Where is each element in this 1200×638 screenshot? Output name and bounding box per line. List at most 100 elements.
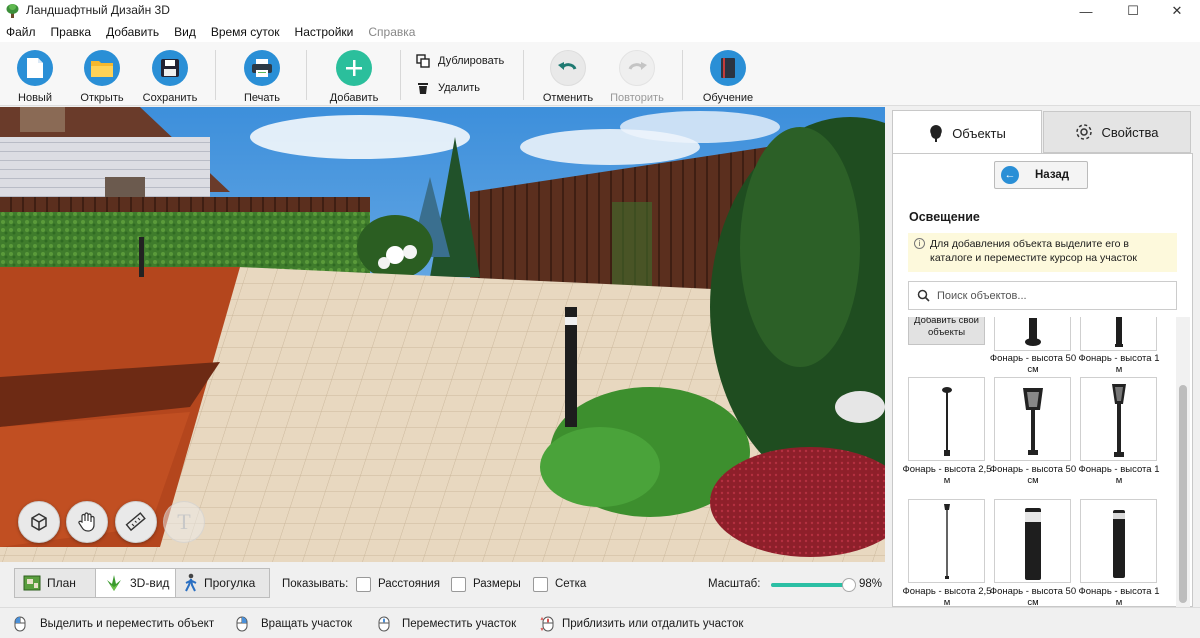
- delete-button[interactable]: Удалить: [416, 81, 480, 95]
- menu-settings[interactable]: Настройки: [295, 25, 354, 39]
- duplicate-icon: [416, 54, 430, 68]
- toolbar-separator: [400, 50, 401, 100]
- zoom-slider-track[interactable]: [771, 578, 857, 592]
- menu-help[interactable]: Справка: [368, 25, 415, 39]
- tab-properties-label: Свойства: [1101, 124, 1159, 140]
- catalog-item[interactable]: [994, 317, 1071, 351]
- duplicate-button[interactable]: Дублировать: [416, 54, 504, 68]
- print-button[interactable]: Печать: [227, 46, 297, 104]
- catalog-item[interactable]: [994, 377, 1071, 461]
- catalog-item[interactable]: [908, 499, 985, 583]
- back-label: Назад: [1035, 169, 1070, 181]
- close-button[interactable]: ✕: [1154, 0, 1200, 22]
- sizes-checkbox[interactable]: [451, 577, 466, 592]
- floppy-disk-icon: [152, 50, 188, 86]
- zoom-slider-thumb[interactable]: [842, 578, 857, 592]
- hint-zoom: Приблизить или отдалить участок: [540, 616, 743, 632]
- bollard-icon: [1024, 508, 1041, 580]
- catalog-item[interactable]: [1080, 499, 1157, 583]
- book-icon: [710, 50, 746, 86]
- new-button[interactable]: Новый: [0, 46, 70, 104]
- pan-tool-button[interactable]: [66, 501, 108, 543]
- mouse-wheel-icon: [378, 616, 390, 632]
- redo-label: Повторить: [610, 92, 664, 104]
- undo-label: Отменить: [542, 92, 594, 104]
- menu-edit[interactable]: Правка: [51, 25, 92, 39]
- status-bar: Выделить и переместить объект Вращать уч…: [0, 607, 1200, 638]
- tree-icon: [930, 125, 942, 142]
- new-file-icon: [17, 50, 53, 86]
- measure-tool-button[interactable]: [115, 501, 157, 543]
- tab-3d-view[interactable]: 3D-вид: [95, 568, 176, 598]
- objects-catalog: ← Назад Освещение i Для добавления объек…: [892, 153, 1193, 607]
- catalog-scrollbar-thumb[interactable]: [1179, 385, 1187, 603]
- arrow-left-icon: ←: [1001, 166, 1019, 184]
- close-icon: ✕: [1171, 3, 1183, 18]
- open-label: Открыть: [80, 92, 124, 104]
- tab-walk[interactable]: Прогулка: [175, 568, 270, 598]
- zoom-label: Масштаб:: [708, 578, 761, 590]
- catalog-item[interactable]: [908, 377, 985, 461]
- search-placeholder: Поиск объектов...: [937, 289, 1027, 302]
- hint-select-label: Выделить и переместить объект: [40, 618, 215, 630]
- new-label: Новый: [18, 92, 52, 104]
- plan-map-icon: [23, 575, 41, 591]
- undo-icon: [550, 50, 586, 86]
- trash-icon: [418, 83, 428, 94]
- catalog-item-label: Фонарь - высота 50 см: [989, 586, 1077, 607]
- hint-rotate-label: Вращать участок: [261, 618, 352, 630]
- plus-icon: [336, 50, 372, 86]
- lantern-icon: [1022, 388, 1043, 455]
- undo-button[interactable]: Отменить: [533, 46, 603, 104]
- walking-person-icon: [185, 573, 197, 592]
- learn-button[interactable]: Обучение: [693, 46, 763, 104]
- section-title: Освещение: [909, 210, 980, 224]
- toolbar: Новый Открыть Сохранить Печать Добавить …: [0, 42, 1200, 106]
- reset-view-button[interactable]: [18, 501, 60, 543]
- lantern-post-icon: [1111, 384, 1126, 457]
- open-button[interactable]: Открыть: [67, 46, 137, 104]
- search-input[interactable]: Поиск объектов...: [908, 281, 1177, 310]
- catalog-item[interactable]: [1080, 377, 1157, 461]
- tab-properties[interactable]: Свойства: [1043, 111, 1191, 153]
- hint-move: Переместить участок: [378, 616, 516, 632]
- tab-plan[interactable]: План: [14, 568, 96, 598]
- short-lamp-icon: [1024, 318, 1041, 346]
- add-own-objects-button[interactable]: Добавить свои объекты: [908, 317, 985, 345]
- printer-icon: [244, 50, 280, 86]
- print-label: Печать: [243, 92, 281, 104]
- catalog-scrollbar[interactable]: [1176, 317, 1190, 607]
- info-icon: i: [914, 238, 925, 249]
- catalog-item-label: Фонарь - высота 1 м: [1078, 353, 1160, 375]
- menu-time-of-day[interactable]: Время суток: [211, 25, 280, 39]
- text-tool-button[interactable]: T: [163, 501, 205, 543]
- catalog-item-label: Фонарь - высота 2,5 м: [902, 464, 992, 486]
- minimize-button[interactable]: —: [1063, 0, 1109, 22]
- search-icon: [917, 289, 930, 302]
- scene-3d-view[interactable]: [0, 107, 885, 562]
- catalog-item-label: Фонарь - высота 50 см: [989, 353, 1077, 375]
- tab-objects[interactable]: Объекты: [892, 110, 1042, 155]
- toolbar-separator: [682, 50, 683, 100]
- learn-label: Обучение: [702, 92, 754, 104]
- hint-rotate: Вращать участок: [236, 616, 352, 632]
- save-button[interactable]: Сохранить: [135, 46, 205, 104]
- hint-box: i Для добавления объекта выделите его в …: [908, 233, 1177, 272]
- back-button[interactable]: ← Назад: [994, 161, 1088, 189]
- maximize-icon: ☐: [1127, 3, 1139, 18]
- menu-view[interactable]: Вид: [174, 25, 196, 39]
- grid-checkbox[interactable]: [533, 577, 548, 592]
- catalog-item[interactable]: [994, 499, 1071, 583]
- add-button[interactable]: Добавить: [319, 46, 389, 104]
- menu-file[interactable]: Файл: [6, 25, 36, 39]
- redo-button[interactable]: Повторить: [602, 46, 672, 104]
- ruler-icon: [125, 512, 146, 532]
- distances-label: Расстояния: [378, 578, 440, 590]
- menu-add[interactable]: Добавить: [106, 25, 159, 39]
- catalog-item[interactable]: [1080, 317, 1157, 351]
- maximize-button[interactable]: ☐: [1110, 0, 1156, 22]
- catalog-item-label: Фонарь - высота 50 см: [989, 464, 1077, 486]
- catalog-item-label: Фонарь - высота 1 м: [1078, 586, 1160, 607]
- distances-checkbox[interactable]: [356, 577, 371, 592]
- catalog-item-label: Фонарь - высота 1 м: [1078, 464, 1160, 486]
